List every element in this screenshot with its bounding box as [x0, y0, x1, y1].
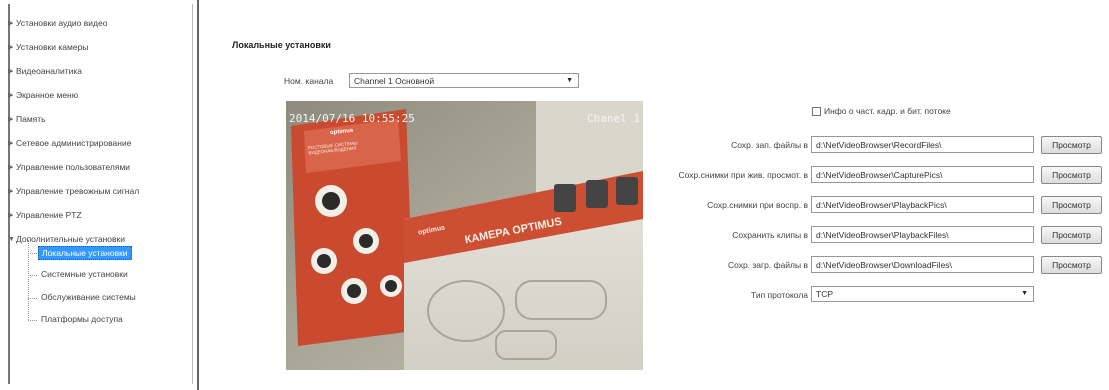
- protocol-select[interactable]: TCP ▼: [811, 286, 1034, 302]
- dropdown-arrow-icon: ▼: [1021, 290, 1028, 297]
- chevron-right-icon: ▶: [8, 212, 14, 219]
- sidebar-item-camera[interactable]: ▶ Установки камеры: [8, 42, 88, 52]
- playback-files-input[interactable]: d:\NetVideoBrowser\PlaybackFiles\: [811, 226, 1034, 243]
- capture-pics-label: Сохр.снимки при жив. просмот. в: [678, 170, 808, 180]
- sidebar-divider: [197, 0, 199, 390]
- chevron-right-icon: ▶: [8, 116, 14, 123]
- protocol-label: Тип протокола: [751, 290, 808, 300]
- playback-files-label: Сохранить клипы в: [732, 230, 808, 240]
- chevron-right-icon: ▶: [8, 140, 14, 147]
- capture-pics-input[interactable]: d:\NetVideoBrowser\CapturePics\: [811, 166, 1034, 183]
- sidebar-subitem-local-settings[interactable]: Локальные установки: [38, 246, 132, 260]
- sidebar-item-label: Установки камеры: [16, 42, 89, 52]
- sidebar-item-label: Управление тревожным сигнал: [16, 186, 140, 196]
- sidebar-subitem-system-settings[interactable]: Системные установки: [38, 268, 131, 280]
- tree-connector: [28, 298, 37, 299]
- download-files-browse-button[interactable]: Просмотр: [1041, 256, 1102, 274]
- sidebar-item-alarm[interactable]: ▶ Управление тревожным сигнал: [8, 186, 139, 196]
- chevron-right-icon: ▶: [8, 92, 14, 99]
- sidebar-item-label: Экранное меню: [16, 90, 79, 100]
- channel-select[interactable]: Channel 1 Основной ▼: [349, 73, 579, 88]
- sidebar-item-label: Установки аудио видео: [16, 18, 108, 28]
- channel-select-value: Channel 1 Основной: [354, 75, 435, 86]
- sidebar-item-label: Управление PTZ: [16, 210, 82, 220]
- sidebar-item-audio-video[interactable]: ▶ Установки аудио видео: [8, 18, 107, 28]
- chevron-right-icon: ▶: [8, 20, 14, 27]
- page-title: Локальные установки: [232, 40, 331, 50]
- record-files-input[interactable]: d:\NetVideoBrowser\RecordFiles\: [811, 136, 1034, 153]
- download-files-input[interactable]: d:\NetVideoBrowser\DownloadFiles\: [811, 256, 1034, 273]
- info-checkbox[interactable]: [812, 106, 821, 116]
- chevron-right-icon: ▶: [8, 164, 14, 171]
- sidebar-item-video-analytics[interactable]: ▶ Видеоаналитика: [8, 66, 82, 76]
- chevron-right-icon: ▶: [8, 188, 14, 195]
- chevron-down-icon: ▼: [8, 235, 15, 243]
- playback-files-browse-button[interactable]: Просмотр: [1041, 226, 1102, 244]
- sidebar-item-label: Видеоаналитика: [16, 66, 82, 76]
- playback-pics-label: Сохр.снимки при воспр. в: [707, 200, 808, 210]
- sidebar-item-label: Управление пользователями: [16, 162, 131, 172]
- chevron-right-icon: ▶: [8, 44, 14, 51]
- sidebar-item-network[interactable]: ▶ Сетевое администрирование: [8, 138, 131, 148]
- channel-label: Ном. канала: [284, 76, 334, 86]
- sidebar-item-storage[interactable]: ▶ Память: [8, 114, 46, 124]
- record-files-browse-button[interactable]: Просмотр: [1041, 136, 1102, 154]
- playback-pics-browse-button[interactable]: Просмотр: [1041, 196, 1102, 214]
- info-checkbox-label: Инфо о част. кадр. и бит. потоке: [824, 106, 951, 116]
- dropdown-arrow-icon: ▼: [566, 77, 573, 84]
- sidebar-item-label: Дополнительные установки: [16, 234, 125, 244]
- osd-channel-name: Chanel 1: [587, 112, 640, 125]
- tree-connector: [28, 253, 37, 254]
- sidebar-subitem-maintenance[interactable]: Обслуживание системы: [38, 291, 139, 303]
- sidebar-item-osd[interactable]: ▶ Экранное меню: [8, 90, 78, 100]
- sidebar-subitem-access-platforms[interactable]: Платформы доступа: [38, 313, 126, 325]
- record-files-label: Сохр. зап. файлы в: [731, 140, 808, 150]
- protocol-select-value: TCP: [816, 289, 833, 299]
- capture-pics-browse-button[interactable]: Просмотр: [1041, 166, 1102, 184]
- sidebar-item-users[interactable]: ▶ Управление пользователями: [8, 162, 130, 172]
- playback-pics-input[interactable]: d:\NetVideoBrowser\PlaybackPics\: [811, 196, 1034, 213]
- chevron-right-icon: ▶: [8, 68, 14, 75]
- live-video-preview[interactable]: 2014/07/16 10:55:25 Chanel 1 optimus РОС…: [286, 101, 643, 370]
- tree-connector: [28, 320, 37, 321]
- sidebar-item-label: Память: [16, 114, 46, 124]
- tree-connector: [28, 240, 29, 320]
- osd-timestamp: 2014/07/16 10:55:25: [289, 112, 415, 125]
- sidebar-item-ptz[interactable]: ▶ Управление PTZ: [8, 210, 82, 220]
- sidebar-item-advanced[interactable]: ▼ Дополнительные установки: [8, 234, 125, 244]
- download-files-label: Сохр. загр. файлы в: [727, 260, 808, 270]
- tree-connector: [28, 275, 37, 276]
- sidebar-item-label: Сетевое администрирование: [16, 138, 132, 148]
- info-checkbox-row[interactable]: Инфо о част. кадр. и бит. потоке: [812, 106, 951, 116]
